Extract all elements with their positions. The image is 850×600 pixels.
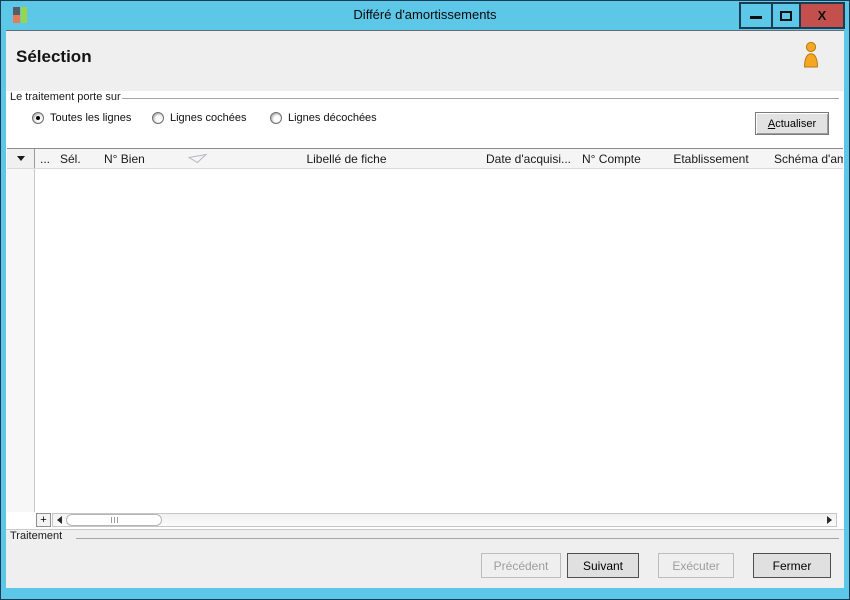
treatment-group-label: Traitement	[10, 530, 63, 542]
grid-column-label: Sél.	[60, 151, 81, 166]
grid-column-header[interactable]: N° Compte	[577, 149, 661, 168]
radio-option-3[interactable]: Lignes décochées	[270, 112, 377, 124]
minimize-icon	[750, 16, 762, 19]
horizontal-scrollbar[interactable]	[52, 513, 837, 527]
treatment-group-line	[76, 538, 839, 539]
scroll-left-icon	[57, 516, 62, 524]
grid-body	[7, 169, 843, 512]
scroll-left-button[interactable]	[53, 514, 66, 526]
grid-empty-area	[35, 169, 843, 512]
grid-column-header[interactable]: Libellé de fiche	[214, 149, 479, 168]
section-header: Sélection	[6, 31, 844, 91]
grid-row-header-strip	[7, 169, 35, 512]
filter-group-line	[122, 98, 839, 99]
main-panel: Le traitement porte sur Toutes les ligne…	[6, 91, 844, 530]
executer-button: Exécuter	[658, 553, 734, 578]
suivant-button[interactable]: Suivant	[567, 553, 639, 578]
scroll-right-button[interactable]	[823, 514, 836, 526]
grid-column-header[interactable]: Etablissement	[661, 149, 761, 168]
grid-column-header[interactable]: Date d'acquisi...	[479, 149, 577, 168]
dialog-window: Différé d'amortissements X Sélection Le …	[0, 0, 850, 600]
grid-column-label: Schéma d'am	[774, 151, 843, 166]
scroll-right-icon	[827, 516, 832, 524]
grid-corner-selector[interactable]	[7, 149, 35, 168]
grid-column-header[interactable]: Sél.	[55, 149, 101, 168]
refresh-button[interactable]: Actualiser	[755, 112, 829, 135]
window-controls: X	[739, 2, 845, 29]
grid-column-header[interactable]: N° Bien	[101, 149, 214, 168]
radio-option-1[interactable]: Toutes les lignes	[32, 112, 131, 124]
filter-group-label: Le traitement porte sur	[10, 91, 121, 103]
radio-option-label: Lignes décochées	[288, 112, 377, 124]
data-grid: ... Sél. N° Bien Libellé de fiche Date d'acq…	[7, 148, 843, 529]
grid-column-label: Etablissement	[673, 151, 749, 166]
radio-option-2[interactable]: Lignes cochées	[152, 112, 246, 124]
grid-column-label: ...	[39, 151, 50, 166]
radio-circle-icon	[152, 112, 164, 124]
minimize-button[interactable]	[741, 4, 771, 27]
sort-indicator-icon	[188, 153, 208, 164]
grid-scroll-row: +	[7, 512, 843, 529]
grid-column-header[interactable]: ...	[35, 149, 55, 168]
maximize-icon	[780, 10, 792, 21]
page-title: Sélection	[16, 47, 92, 66]
window-title: Différé d'amortissements	[353, 7, 497, 22]
radio-option-label: Toutes les lignes	[50, 112, 132, 124]
grid-column-label: N° Bien	[104, 151, 145, 166]
fermer-button[interactable]: Fermer	[753, 553, 831, 578]
footer: Traitement Précédent Suivant Exécuter Ferme…	[6, 530, 844, 588]
grid-column-label: N° Compte	[582, 151, 641, 166]
grid-column-label: Libellé de fiche	[306, 151, 387, 166]
dialog-content: Sélection Le traitement porte sur Toutes…	[6, 30, 844, 588]
radio-option-label: Lignes cochées	[170, 112, 247, 124]
precedent-button: Précédent	[481, 553, 561, 578]
close-icon: X	[817, 8, 827, 23]
grid-column-label: Date d'acquisi...	[486, 151, 572, 166]
grid-column-header[interactable]: Schéma d'am	[761, 149, 843, 168]
radio-circle-icon	[270, 112, 282, 124]
dropdown-arrow-icon	[16, 156, 25, 161]
maximize-button[interactable]	[771, 4, 801, 27]
close-button[interactable]: X	[801, 4, 843, 27]
radio-circle-icon	[32, 112, 44, 124]
add-row-button[interactable]: +	[36, 513, 51, 527]
grid-header-row: ... Sél. N° Bien Libellé de fiche Date d'acq…	[7, 148, 843, 169]
grid-column-headers: ... Sél. N° Bien Libellé de fiche Date d'acq…	[35, 149, 843, 168]
user-icon	[800, 41, 822, 74]
scrollbar-thumb[interactable]	[66, 514, 162, 526]
titlebar: Différé d'amortissements X	[1, 1, 849, 30]
